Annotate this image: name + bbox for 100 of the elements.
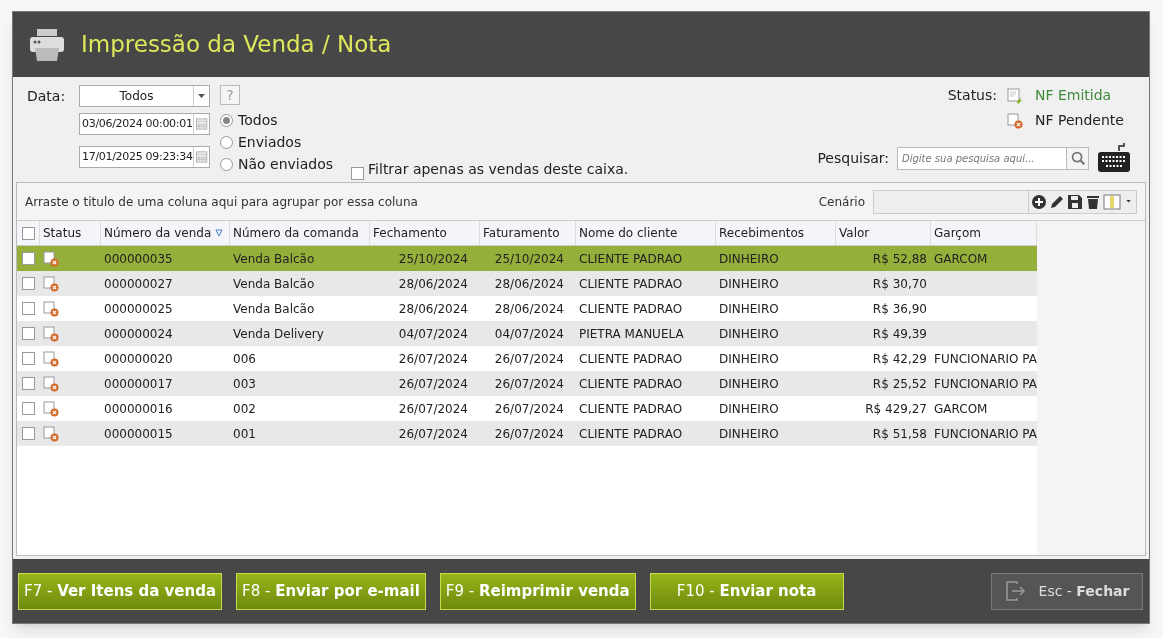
table-cell-text: CLIENTE PADRAO [579, 350, 683, 368]
table-cell-text: DINHEIRO [719, 425, 779, 443]
table-cell-text: R$ 52,88 [872, 250, 927, 268]
table-cell-text: CLIENTE PADRAO [579, 250, 683, 268]
invoice-pending-icon [43, 400, 59, 417]
column-header[interactable]: Nome do cliente [576, 221, 716, 245]
table-cell-text: 26/07/2024 [494, 425, 564, 443]
table-cell-text: CLIENTE PADRAO [579, 425, 683, 443]
table-cell-text: PIETRA MANUELA [579, 325, 684, 343]
table-cell-text: CLIENTE PADRAO [579, 275, 683, 293]
table-cell-text: 28/06/2024 [398, 300, 468, 318]
table-cell-text: R$ 36,90 [872, 300, 927, 318]
column-header[interactable]: Número da comanda [230, 221, 370, 245]
table-cell-text: GARCOM [934, 400, 988, 418]
radio-option[interactable]: Todos [220, 109, 334, 131]
radio-option[interactable]: Não enviados [220, 153, 334, 175]
table-row[interactable]: 000000027 Venda Balcão 28/06/2024 28/06/2024 CLIENTE PADRAO DINHEIRO R$ 30,70 [17, 271, 1037, 296]
table-cell-text: 000000016 [104, 400, 173, 418]
table-cell-text: 003 [233, 375, 256, 393]
table-cell-text: 26/07/2024 [398, 425, 468, 443]
invoice-pending-icon [43, 375, 59, 392]
invoice-pending-icon [1007, 112, 1023, 129]
date-mode-dropdown[interactable]: Todos [79, 85, 210, 107]
table-cell-text: 000000020 [104, 350, 173, 368]
trash-icon[interactable] [1085, 193, 1101, 210]
printer-icon [29, 27, 65, 62]
table-cell-text: 000000035 [104, 250, 173, 268]
invoice-pending-icon [43, 425, 59, 442]
table-cell-text: 26/07/2024 [398, 375, 468, 393]
pencil-icon[interactable] [1049, 193, 1065, 210]
table-cell-text: R$ 429,27 [865, 400, 927, 418]
table-cell-text: 28/06/2024 [398, 275, 468, 293]
table-cell-text: FUNCIONARIO PA [934, 350, 1037, 368]
table-row[interactable]: 000000024 Venda Delivery 04/07/2024 04/07/2024 PIETRA MANUELA DINHEIRO R$ 49,39 [17, 321, 1037, 346]
row-checkbox[interactable] [22, 427, 35, 440]
table-row[interactable]: 000000035 Venda Balcão 25/10/2024 25/10/2024 CLIENTE PADRAO DINHEIRO R$ 52,88 GARCOM [17, 246, 1037, 271]
table-cell-text: 002 [233, 400, 256, 418]
column-header[interactable]: Número da venda [101, 221, 230, 245]
column-header[interactable]: Garçom [931, 221, 1037, 245]
table-cell-text: 04/07/2024 [494, 325, 564, 343]
table-cell-text: DINHEIRO [719, 375, 779, 393]
table-cell-text: 26/07/2024 [494, 350, 564, 368]
table-cell-text: 04/07/2024 [398, 325, 468, 343]
invoice-pending-icon [43, 325, 59, 342]
column-header[interactable]: Faturamento [480, 221, 576, 245]
table-cell-text: 28/06/2024 [494, 275, 564, 293]
table-cell-text: R$ 49,39 [872, 325, 927, 343]
search-field[interactable]: Digite sua pesquisa aqui... [897, 146, 1067, 170]
invoice-pending-icon [43, 250, 59, 267]
table-cell-text: R$ 51,58 [872, 425, 927, 443]
column-header[interactable]: Status [40, 221, 101, 245]
caret-icon [198, 94, 205, 98]
table-cell-text: 000000015 [104, 425, 173, 443]
table-cell-text: 000000025 [104, 300, 173, 318]
select-all-checkbox[interactable] [21, 226, 35, 240]
column-header[interactable]: Recebimentos [716, 221, 836, 245]
table-cell-text: DINHEIRO [719, 350, 779, 368]
row-checkbox[interactable] [22, 302, 35, 315]
invoice-pending-icon [43, 350, 59, 367]
row-checkbox[interactable] [22, 377, 35, 390]
add-icon[interactable] [1031, 193, 1047, 210]
column-header[interactable]: Valor [836, 221, 931, 245]
row-checkbox[interactable] [22, 352, 35, 365]
invoice-issued-icon [1007, 87, 1023, 104]
table-cell-text: 000000027 [104, 275, 173, 293]
radio-option[interactable]: Enviados [220, 131, 334, 153]
table-cell-text: CLIENTE PADRAO [579, 300, 683, 318]
table-cell-text: 25/10/2024 [494, 250, 564, 268]
date-label: Data: [27, 86, 67, 106]
row-checkbox[interactable] [22, 327, 35, 340]
datetime-field[interactable]: 03/06/2024 00:00:01 [79, 113, 210, 135]
search-label: Pesquisar: [817, 148, 889, 168]
table-cell-text: GARCOM [934, 250, 988, 268]
row-checkbox[interactable] [22, 252, 35, 265]
exit-icon [1004, 581, 1027, 601]
close-button[interactable]: Esc - Fechar [991, 572, 1143, 610]
scenario-field[interactable] [873, 189, 1029, 214]
table-cell-text: DINHEIRO [719, 400, 779, 418]
row-checkbox[interactable] [22, 277, 35, 290]
column-header[interactable]: Fechamento [370, 221, 480, 245]
legend-label: NF Emitida [1035, 86, 1112, 105]
row-checkbox[interactable] [22, 402, 35, 415]
table-cell-text: 25/10/2024 [398, 250, 468, 268]
datetime-field[interactable]: 17/01/2025 09:23:34 [79, 146, 210, 168]
save-icon[interactable] [1067, 193, 1083, 210]
search-button[interactable] [1067, 146, 1089, 170]
table-cell-text: DINHEIRO [719, 300, 779, 318]
checkbox[interactable] [351, 167, 365, 180]
table-cell-text: DINHEIRO [719, 275, 779, 293]
status-label: Status: [947, 86, 997, 105]
keyboard-icon[interactable] [1097, 143, 1131, 173]
table-cell-text: 000000024 [104, 325, 173, 343]
table-cell-text: DINHEIRO [719, 250, 779, 268]
table-row[interactable]: 000000017 003 26/07/2024 26/07/2024 CLIENTE PADRAO DINHEIRO R$ 25,52 FUNCIONARIO PA [17, 371, 1037, 396]
table-cell-text: FUNCIONARIO PA [934, 425, 1037, 443]
scenario-label: Cenário [818, 193, 865, 211]
table-row[interactable]: 000000015 001 26/07/2024 26/07/2024 CLIENTE PADRAO DINHEIRO R$ 51,58 FUNCIONARIO PA [17, 421, 1037, 446]
table-cell-text: Venda Balcão [233, 300, 315, 318]
table-cell-text: 26/07/2024 [398, 400, 468, 418]
table-cell-text: Venda Balcão [233, 275, 315, 293]
